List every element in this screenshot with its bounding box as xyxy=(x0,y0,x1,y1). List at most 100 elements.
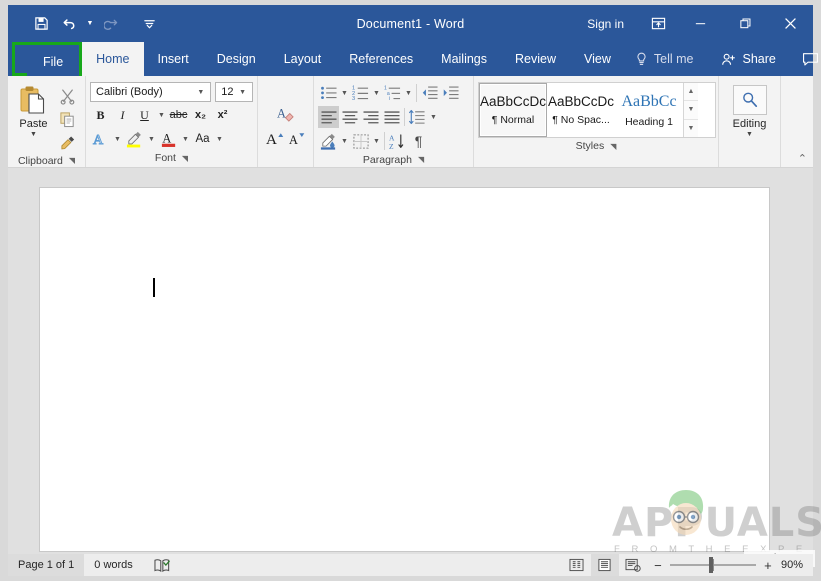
text-highlight-color-icon[interactable] xyxy=(124,128,145,150)
ribbon-group-font-extras: A A A xyxy=(258,76,314,167)
scroll-up-icon[interactable]: ▲ xyxy=(684,83,698,102)
restore-button[interactable] xyxy=(723,5,768,42)
style-normal[interactable]: AaBbCcDc ¶ Normal xyxy=(479,83,547,137)
zoom-out-button[interactable]: − xyxy=(653,558,663,573)
tab-home[interactable]: Home xyxy=(82,42,144,76)
scroll-down-icon[interactable]: ▼ xyxy=(684,101,698,120)
style-heading-1[interactable]: AaBbCc Heading 1 xyxy=(615,83,683,137)
print-layout-icon[interactable] xyxy=(590,554,619,576)
customize-quick-access-toolbar-icon[interactable] xyxy=(136,11,162,37)
tab-file[interactable]: File xyxy=(27,45,80,79)
proofing-errors-icon[interactable] xyxy=(143,554,181,576)
editing-caret-icon[interactable]: ▼ xyxy=(746,131,753,139)
multilevel-list-icon[interactable]: 1ai xyxy=(382,82,403,104)
collapse-ribbon-icon[interactable]: ⌃ xyxy=(798,152,807,165)
increase-indent-icon[interactable] xyxy=(440,82,461,104)
tab-review[interactable]: Review xyxy=(501,42,570,76)
font-name-combobox[interactable]: Calibri (Body) ▼ xyxy=(90,82,212,102)
font-color-caret-icon[interactable]: ▼ xyxy=(180,128,191,150)
paste-dropdown-caret-icon[interactable]: ▼ xyxy=(30,131,37,139)
zoom-in-button[interactable]: + xyxy=(763,558,773,573)
line-spacing-icon[interactable] xyxy=(407,106,428,128)
highlight-caret-icon[interactable]: ▼ xyxy=(146,128,157,150)
ribbon-group-clipboard: Paste ▼ Clipboard ◥ xyxy=(8,76,86,167)
text-effects-caret-icon[interactable]: ▼ xyxy=(112,128,123,150)
word-count[interactable]: 0 words xyxy=(84,554,143,576)
status-bar: Page 1 of 1 0 words − + 90% xyxy=(8,554,813,576)
close-button[interactable] xyxy=(768,5,813,42)
sign-in-button[interactable]: Sign in xyxy=(573,5,638,42)
copy-icon[interactable] xyxy=(57,109,79,129)
tab-insert[interactable]: Insert xyxy=(144,42,203,76)
zoom-slider-knob[interactable] xyxy=(708,557,713,573)
borders-icon[interactable] xyxy=(350,130,371,152)
web-layout-icon[interactable] xyxy=(619,554,647,576)
font-size-caret-icon[interactable]: ▼ xyxy=(235,89,250,96)
bold-button[interactable]: B xyxy=(90,104,111,126)
underline-caret-icon[interactable]: ▼ xyxy=(156,104,167,126)
bullets-icon[interactable] xyxy=(318,82,339,104)
minimize-button[interactable] xyxy=(678,5,723,42)
more-styles-icon[interactable]: ▼ xyxy=(684,120,698,137)
comments-icon[interactable] xyxy=(790,42,821,76)
document-area[interactable] xyxy=(8,168,813,554)
shrink-font-icon[interactable]: A xyxy=(286,127,307,149)
grow-font-icon[interactable]: A xyxy=(264,127,285,149)
line-spacing-caret-icon[interactable]: ▼ xyxy=(428,106,439,128)
superscript-button[interactable]: x² xyxy=(212,104,233,126)
clipboard-group-label: Clipboard ◥ xyxy=(17,154,76,167)
undo-dropdown-caret-icon[interactable]: ▼ xyxy=(84,11,96,37)
show-formatting-marks-icon[interactable]: ¶ xyxy=(408,130,429,152)
styles-gallery: AaBbCcDc ¶ Normal AaBbCcDc ¶ No Spac... … xyxy=(478,82,716,138)
clipboard-dialog-launcher-icon[interactable]: ◥ xyxy=(69,156,75,165)
paste-button[interactable]: Paste ▼ xyxy=(12,81,55,139)
font-size-combobox[interactable]: 12 ▼ xyxy=(215,82,253,102)
borders-caret-icon[interactable]: ▼ xyxy=(371,130,382,152)
text-effects-icon[interactable]: A xyxy=(90,128,111,150)
italic-button[interactable]: I xyxy=(112,104,133,126)
align-left-icon[interactable] xyxy=(318,106,339,128)
page-indicator[interactable]: Page 1 of 1 xyxy=(8,554,85,576)
tab-references[interactable]: References xyxy=(335,42,427,76)
align-right-icon[interactable] xyxy=(360,106,381,128)
numbering-caret-icon[interactable]: ▼ xyxy=(371,82,382,104)
save-icon[interactable] xyxy=(28,11,54,37)
underline-button[interactable]: U xyxy=(134,104,155,126)
bullets-caret-icon[interactable]: ▼ xyxy=(339,82,350,104)
zoom-slider[interactable] xyxy=(669,554,756,576)
paragraph-dialog-launcher-icon[interactable]: ◥ xyxy=(418,155,424,164)
style-no-spacing[interactable]: AaBbCcDc ¶ No Spac... xyxy=(547,83,615,137)
share-button[interactable]: Share xyxy=(707,42,789,76)
format-painter-icon[interactable] xyxy=(57,132,79,152)
styles-dialog-launcher-icon[interactable]: ◥ xyxy=(610,142,616,151)
strikethrough-button[interactable]: abc xyxy=(168,104,189,126)
subscript-button[interactable]: x₂ xyxy=(190,104,211,126)
justify-icon[interactable] xyxy=(381,106,402,128)
find-magnifier-icon[interactable] xyxy=(732,85,767,115)
numbering-icon[interactable]: 123 xyxy=(350,82,371,104)
change-case-caret-icon[interactable]: ▼ xyxy=(214,128,225,150)
multilevel-caret-icon[interactable]: ▼ xyxy=(403,82,414,104)
editing-button[interactable]: Editing ▼ xyxy=(719,79,780,139)
align-center-icon[interactable] xyxy=(339,106,360,128)
tab-layout[interactable]: Layout xyxy=(270,42,336,76)
font-color-icon[interactable]: A xyxy=(158,128,179,150)
font-dialog-launcher-icon[interactable]: ◥ xyxy=(182,154,188,163)
clear-all-formatting-icon[interactable]: A xyxy=(275,103,296,125)
font-name-caret-icon[interactable]: ▼ xyxy=(193,89,208,96)
document-page[interactable] xyxy=(39,187,770,552)
tab-view[interactable]: View xyxy=(570,42,625,76)
tab-mailings[interactable]: Mailings xyxy=(427,42,501,76)
decrease-indent-icon[interactable] xyxy=(419,82,440,104)
ribbon-display-options-icon[interactable] xyxy=(638,5,678,42)
change-case-button[interactable]: Aa xyxy=(192,128,213,150)
undo-icon[interactable] xyxy=(56,11,82,37)
shading-caret-icon[interactable]: ▼ xyxy=(339,130,350,152)
tell-me-box[interactable]: Tell me xyxy=(625,42,708,76)
shading-icon[interactable] xyxy=(318,130,339,152)
cut-scissors-icon[interactable] xyxy=(57,86,79,106)
sort-icon[interactable]: AZ xyxy=(387,130,408,152)
read-mode-icon[interactable] xyxy=(563,554,591,576)
tab-design[interactable]: Design xyxy=(203,42,270,76)
zoom-level-label[interactable]: 90% xyxy=(781,559,813,571)
